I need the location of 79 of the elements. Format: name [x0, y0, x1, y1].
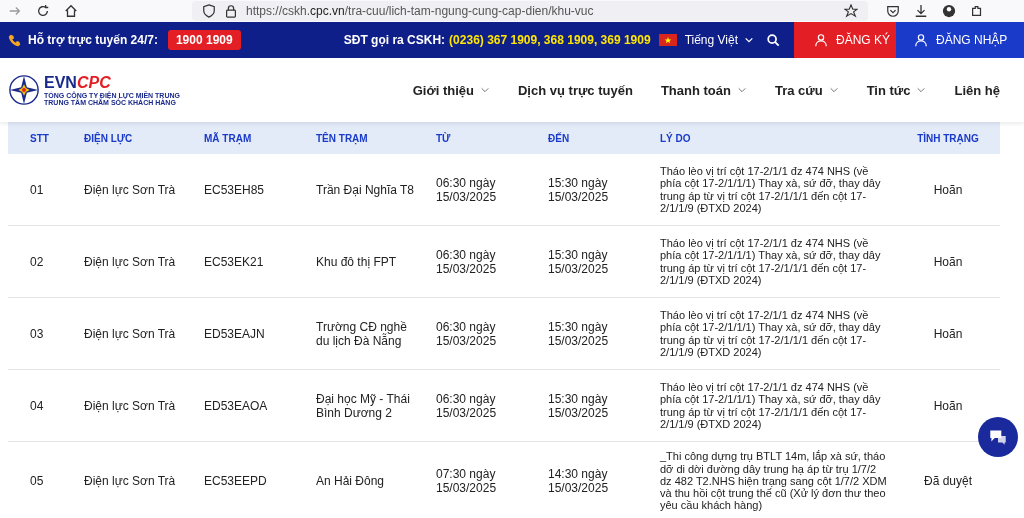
- column-header: ĐẾN: [547, 132, 571, 144]
- table-cell-text: EC53EK21: [203, 254, 265, 269]
- phone-icon: [8, 33, 22, 47]
- address-bar[interactable]: https://cskh.cpc.vn/tra-cuu/lich-tam-ngung-cung-cap-dien/khu-vuc: [192, 1, 868, 21]
- search-icon[interactable]: [766, 33, 780, 47]
- star-icon[interactable]: [844, 4, 858, 18]
- table-cell-text: Tháo lèo vị trí cột 17-2/1/1 đz 474 NHS (về phía cột 17-2/1/1/1) Thay xà, sứ đỡ, thay dây trung áp từ vị trí cột 17-2/1/1/1 đến cột 17-2/1/1/9 (ĐTXD 2024): [659, 164, 882, 215]
- table-cell-text: Điện lực Sơn Trà: [83, 474, 177, 488]
- table-cell-text: 06:30 ngày 15/03/2025: [435, 319, 498, 348]
- table-cell-text: Hoãn: [932, 182, 964, 197]
- table-cell-text: 07:30 ngày 15/03/2025: [435, 467, 498, 495]
- table-cell-text: Tháo lèo vị trí cột 17-2/1/1 đz 474 NHS (về phía cột 17-2/1/1/1) Thay xà, sứ đỡ, thay dây trung áp từ vị trí cột 17-2/1/1/1 đến cột 17-2/1/1/9 (ĐTXD 2024): [659, 236, 882, 287]
- table-cell-text: 15:30 ngày 15/03/2025: [547, 247, 610, 276]
- account-icon[interactable]: [942, 4, 956, 18]
- register-button[interactable]: ĐĂNG KÝ: [794, 22, 896, 58]
- user-icon: [814, 33, 828, 47]
- support-label: Hỗ trợ trực tuyến 24/7:: [28, 33, 158, 47]
- nav-item[interactable]: Tra cứu: [774, 82, 839, 98]
- table-cell-text: Điện lực Sơn Trà: [83, 326, 177, 341]
- table-cell-text: ED53EAOA: [203, 398, 269, 413]
- table-cell-text: 06:30 ngày 15/03/2025: [435, 175, 498, 204]
- table-cell-text: An Hải Đông: [315, 474, 386, 488]
- reload-icon[interactable]: [36, 4, 50, 18]
- login-button[interactable]: ĐĂNG NHẬP: [896, 22, 1024, 58]
- column-header: MÃ TRẠM: [203, 132, 253, 144]
- table-cell-text: 15:30 ngày 15/03/2025: [547, 175, 610, 204]
- user-icon: [914, 33, 928, 47]
- table-cell-text: Hoãn: [932, 326, 964, 341]
- nav-item[interactable]: Thanh toán: [660, 82, 747, 98]
- table-cell-text: 14:30 ngày 15/03/2025: [547, 467, 610, 495]
- nav-item[interactable]: Tin tức: [866, 82, 927, 98]
- table-cell-text: Đại học Mỹ - Thái Bình Dương 2: [315, 391, 411, 420]
- table-cell-text: 01: [29, 182, 45, 197]
- table-cell-text: Tháo lèo vị trí cột 17-2/1/1 đz 474 NHS (về phía cột 17-2/1/1/1) Thay xà, sứ đỡ, thay dây trung áp từ vị trí cột 17-2/1/1/1 đến cột 17-2/1/1/9 (ĐTXD 2024): [659, 380, 882, 431]
- lock-icon: [224, 4, 238, 18]
- column-header: STT: [29, 132, 50, 144]
- column-header: LÝ DO: [659, 132, 692, 144]
- table-cell-text: _Thi công dựng trụ BTLT 14m, lắp xà sứ, tháo dỡ di dời đường dây trung hạ áp từ trụ 1/7/2 dz 482 T2.NHS hiện trạng sang cột 1/7/2 XDM và thu hồi cột trung thế cũ (Xử lý đơn thư theo yêu cầu khách hàng): [659, 450, 888, 512]
- logo-icon[interactable]: [8, 74, 40, 106]
- table-cell-text: 05: [29, 474, 45, 488]
- column-header: ĐIỆN LỰC: [83, 132, 134, 144]
- pocket-icon[interactable]: [886, 4, 900, 18]
- flag-icon: [658, 34, 677, 46]
- nav-item[interactable]: Dịch vụ trực tuyến: [518, 82, 633, 98]
- table-cell-text: Điện lực Sơn Trà: [83, 398, 177, 413]
- table-cell-text: EC53EH85: [203, 182, 266, 197]
- table-cell-text: Tháo lèo vị trí cột 17-2/1/1 đz 474 NHS (về phía cột 17-2/1/1/1) Thay xà, sứ đỡ, thay dây trung áp từ vị trí cột 17-2/1/1/1 đến cột 17-2/1/1/9 (ĐTXD 2024): [659, 308, 882, 359]
- table-cell-text: 06:30 ngày 15/03/2025: [435, 391, 498, 420]
- cskh-numbers: (0236) 367 1909, 368 1909, 369 1909: [449, 33, 651, 47]
- language-selector[interactable]: Tiếng Việt: [684, 33, 738, 47]
- table-cell-text: Điện lực Sơn Trà: [83, 254, 177, 269]
- table-cell-text: Điện lực Sơn Trà: [83, 182, 177, 197]
- table-cell-text: 03: [29, 326, 45, 341]
- table-cell-text: Hoãn: [932, 398, 964, 413]
- url-text: https://cskh.cpc.vn/tra-cuu/lich-tam-ngung-cung-cap-dien/khu-vuc: [246, 4, 595, 18]
- table-cell-text: Đã duyệt: [923, 474, 973, 488]
- shield-icon: [202, 4, 216, 18]
- table-cell-text: 04: [29, 398, 45, 413]
- download-icon[interactable]: [914, 4, 928, 18]
- table-cell-text: Khu đô thị FPT: [315, 254, 398, 269]
- home-icon[interactable]: [64, 4, 78, 18]
- table-cell-text: 15:30 ngày 15/03/2025: [547, 391, 610, 420]
- table-cell-text: 06:30 ngày 15/03/2025: [435, 247, 498, 276]
- column-header: TỪ: [435, 132, 452, 144]
- table-cell-text: Hoãn: [932, 254, 964, 269]
- table-cell-text: 15:30 ngày 15/03/2025: [547, 319, 610, 348]
- chat-button[interactable]: [978, 417, 1018, 457]
- cskh-label: SĐT gọi ra CSKH:: [343, 33, 446, 47]
- table-cell-text: 02: [29, 254, 45, 269]
- logo-text[interactable]: EVNCPC: [44, 74, 180, 92]
- table-cell-text: Trường CĐ nghề du lịch Đà Nẵng: [315, 319, 408, 348]
- hotline-badge[interactable]: 1900 1909: [167, 30, 241, 50]
- nav-item[interactable]: Giới thiệu: [412, 82, 490, 98]
- table-cell-text: ED53EAJN: [203, 326, 266, 341]
- column-header: TÌNH TRẠNG: [916, 132, 980, 144]
- table-cell-text: Trần Đại Nghĩa T8: [315, 182, 416, 197]
- column-header: TÊN TRẠM: [315, 132, 369, 144]
- table-cell-text: EC53EEPD: [203, 474, 268, 488]
- nav-item[interactable]: Liên hệ: [954, 82, 1000, 98]
